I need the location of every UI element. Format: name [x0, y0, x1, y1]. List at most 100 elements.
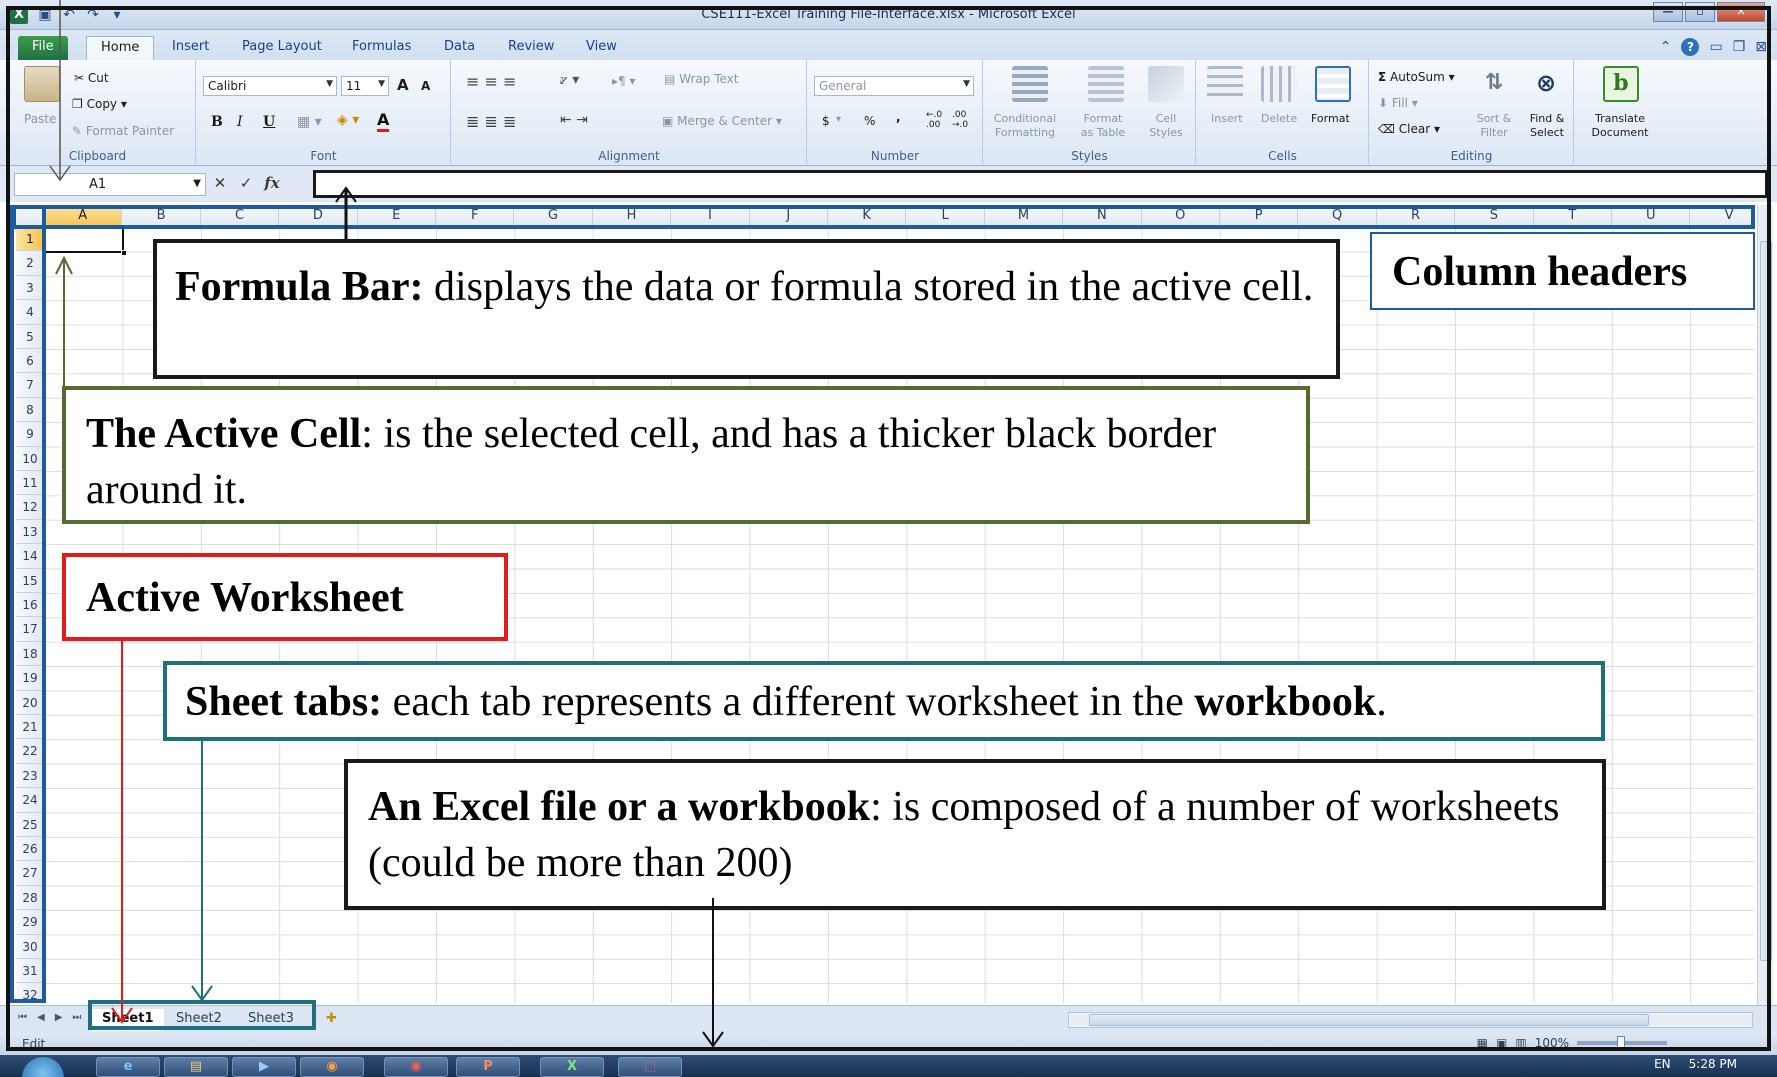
autosum-button[interactable]: Σ AutoSum ▾	[1378, 70, 1455, 84]
find-select-button[interactable]: Find & Select	[1522, 112, 1572, 140]
prev-sheet-icon[interactable]: ◀	[37, 1012, 45, 1023]
insert-cells-button[interactable]: Insert	[1211, 112, 1243, 125]
font-name-select[interactable]: Calibri ▼	[203, 76, 337, 96]
indent-icon[interactable]: ⇤ ⇥	[560, 112, 588, 128]
sheet-tab-3[interactable]: Sheet3	[238, 1009, 304, 1031]
row-header-29[interactable]: 29	[16, 910, 44, 935]
increase-decimal-button[interactable]: ←.0 .00	[926, 110, 948, 130]
percent-button[interactable]: %	[864, 114, 875, 128]
tab-file[interactable]: File	[18, 36, 68, 60]
name-box[interactable]: A1 ▼	[14, 173, 206, 196]
column-header-e[interactable]: E	[358, 205, 436, 227]
cut-button[interactable]: ✂ Cut	[74, 71, 109, 85]
row-header-21[interactable]: 21	[16, 715, 44, 740]
row-header-12[interactable]: 12	[16, 495, 44, 520]
format-as-table-icon[interactable]	[1088, 66, 1124, 102]
fill-handle[interactable]	[121, 250, 127, 256]
row-header-6[interactable]: 6	[16, 349, 44, 374]
column-header-p[interactable]: P	[1220, 205, 1299, 227]
active-cell[interactable]	[44, 227, 127, 256]
borders-icon[interactable]: ▦ ▾	[297, 114, 322, 130]
ie-taskbar-icon[interactable]: e	[96, 1057, 160, 1077]
tab-view[interactable]: View	[572, 36, 631, 60]
normal-view-icon[interactable]: ▦	[1477, 1036, 1488, 1050]
pdf-taskbar-icon[interactable]: ⬚	[618, 1057, 682, 1077]
row-header-13[interactable]: 13	[16, 520, 44, 545]
horizontal-scrollbar[interactable]	[1068, 1012, 1753, 1028]
media-taskbar-icon[interactable]: ▶	[232, 1057, 296, 1077]
row-header-1[interactable]: 1	[16, 227, 44, 252]
column-header-a[interactable]: A	[44, 205, 123, 227]
format-as-table-button[interactable]: Format as Table	[1066, 112, 1140, 140]
format-cells-button[interactable]: Format	[1311, 112, 1350, 125]
row-header-4[interactable]: 4	[16, 300, 44, 325]
column-header-l[interactable]: L	[906, 205, 985, 227]
minimize-icon[interactable]: —	[1653, 2, 1683, 22]
row-header-5[interactable]: 5	[16, 325, 44, 349]
sheet-tab-1[interactable]: Sheet1	[92, 1009, 164, 1031]
insert-cells-icon[interactable]	[1207, 66, 1243, 102]
binoculars-icon[interactable]: ⊗	[1528, 66, 1564, 102]
start-button-icon[interactable]	[22, 1057, 64, 1077]
row-header-23[interactable]: 23	[16, 764, 44, 789]
tab-review[interactable]: Review	[494, 36, 568, 60]
clock[interactable]: 5:28 PM	[1689, 1057, 1737, 1071]
shrink-font-button[interactable]: A	[421, 79, 430, 93]
fill-button[interactable]: ⬇ Fill ▾	[1378, 96, 1418, 110]
row-header-24[interactable]: 24	[16, 788, 44, 813]
orientation-icon[interactable]: ⦫ ▾	[560, 72, 579, 88]
language-indicator[interactable]: EN	[1654, 1057, 1671, 1071]
row-header-16[interactable]: 16	[16, 593, 44, 618]
currency-button[interactable]: $	[822, 114, 830, 128]
chrome-taskbar-icon[interactable]: ◉	[384, 1057, 448, 1077]
merge-center-button[interactable]: ▣ Merge & Center ▾	[662, 114, 782, 128]
column-header-d[interactable]: D	[279, 205, 358, 227]
row-header-19[interactable]: 19	[16, 666, 44, 691]
row-header-20[interactable]: 20	[16, 691, 44, 715]
row-header-2[interactable]: 2	[16, 251, 44, 276]
left-align-icon[interactable]: ≣ ≣ ≣	[466, 112, 516, 131]
fill-color-icon[interactable]: ◈ ▾	[337, 112, 359, 128]
window-close-icon[interactable]: ⊠	[1755, 39, 1767, 55]
row-header-7[interactable]: 7	[16, 373, 44, 398]
grow-font-button[interactable]: A	[397, 76, 409, 94]
zoom-level[interactable]: 100%	[1535, 1036, 1569, 1050]
vertical-scrollbar[interactable]	[1757, 205, 1773, 1005]
powerpoint-taskbar-icon[interactable]: P	[456, 1057, 520, 1077]
tab-insert[interactable]: Insert	[158, 36, 223, 60]
row-header-26[interactable]: 26	[16, 837, 44, 862]
last-sheet-icon[interactable]: ⏭	[72, 1012, 81, 1023]
zoom-slider-knob[interactable]	[1617, 1036, 1625, 1050]
format-cells-icon[interactable]	[1315, 66, 1351, 102]
next-sheet-icon[interactable]: ▶	[55, 1012, 63, 1023]
column-header-r[interactable]: R	[1377, 205, 1456, 227]
column-header-t[interactable]: T	[1534, 205, 1612, 227]
row-header-22[interactable]: 22	[16, 739, 44, 764]
sort-filter-icon[interactable]: ⇅	[1476, 66, 1512, 102]
decrease-decimal-button[interactable]: .00 →.0	[952, 110, 976, 130]
explorer-taskbar-icon[interactable]: ▤	[164, 1057, 228, 1077]
row-header-9[interactable]: 9	[16, 422, 44, 447]
font-size-select[interactable]: 11 ▼	[341, 76, 389, 96]
sort-filter-button[interactable]: Sort & Filter	[1470, 112, 1518, 140]
column-header-s[interactable]: S	[1455, 205, 1534, 227]
sheet-tab-2[interactable]: Sheet2	[166, 1009, 232, 1031]
row-header-30[interactable]: 30	[16, 935, 44, 959]
delete-cells-icon[interactable]	[1261, 66, 1297, 102]
column-header-u[interactable]: U	[1612, 205, 1691, 227]
row-header-15[interactable]: 15	[16, 569, 44, 593]
page-break-view-icon[interactable]: ▥	[1515, 1036, 1526, 1050]
translate-document-button[interactable]: Translate Document	[1575, 112, 1665, 140]
number-format-select[interactable]: General ▼	[814, 76, 974, 96]
translate-icon[interactable]: b	[1603, 66, 1639, 102]
column-header-i[interactable]: I	[671, 205, 750, 227]
minimize-ribbon-icon[interactable]: ⌃	[1660, 39, 1672, 55]
row-header-28[interactable]: 28	[16, 886, 44, 911]
row-header-10[interactable]: 10	[16, 447, 44, 471]
column-header-g[interactable]: G	[514, 205, 593, 227]
row-header-8[interactable]: 8	[16, 398, 44, 423]
column-header-c[interactable]: C	[201, 205, 280, 227]
paste-button[interactable]: Paste	[24, 112, 56, 126]
column-header-o[interactable]: O	[1142, 205, 1220, 227]
delete-cells-button[interactable]: Delete	[1261, 112, 1297, 125]
